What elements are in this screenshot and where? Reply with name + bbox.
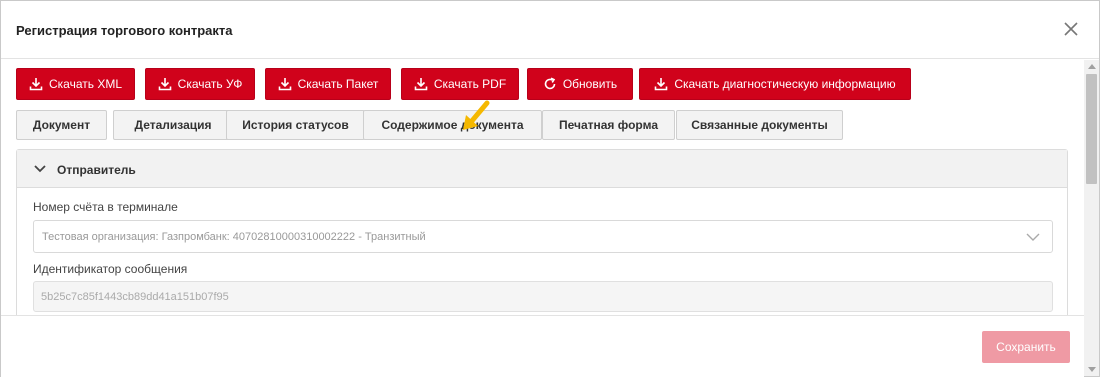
download-icon: [414, 78, 428, 91]
tab-related-documents[interactable]: Связанные документы: [676, 110, 843, 140]
download-package-label: Скачать Пакет: [297, 77, 379, 91]
download-icon: [655, 78, 668, 91]
tab-print-form[interactable]: Печатная форма: [542, 110, 675, 140]
scrollbar-thumb[interactable]: [1086, 74, 1097, 184]
download-icon: [29, 78, 43, 91]
download-diagnostics-button[interactable]: Скачать диагностическую информацию: [639, 68, 911, 100]
refresh-label: Обновить: [562, 77, 618, 91]
tab-details[interactable]: Детализация: [113, 110, 233, 140]
save-button[interactable]: Сохранить: [982, 331, 1070, 363]
dialog-footer: Сохранить: [1, 315, 1084, 377]
download-diagnostics-label: Скачать диагностическую информацию: [674, 77, 896, 91]
dialog-body: Скачать XML Скачать УФ Скачать Пакет Ска…: [1, 60, 1084, 315]
refresh-button[interactable]: Обновить: [527, 68, 633, 100]
scroll-down-icon[interactable]: [1088, 367, 1096, 372]
close-icon[interactable]: [1062, 20, 1080, 38]
vertical-scrollbar[interactable]: [1084, 60, 1099, 376]
chevron-down-icon: [1026, 233, 1040, 241]
chevron-down-icon: [34, 165, 46, 173]
download-pdf-label: Скачать PDF: [433, 77, 507, 91]
account-field-label: Номер счёта в терминале: [33, 200, 178, 214]
download-package-button[interactable]: Скачать Пакет: [265, 68, 391, 100]
download-xml-button[interactable]: Скачать XML: [16, 68, 135, 100]
download-uf-button[interactable]: Скачать УФ: [145, 68, 255, 100]
download-icon: [158, 78, 171, 91]
download-pdf-button[interactable]: Скачать PDF: [401, 68, 519, 100]
sender-section-header[interactable]: Отправитель: [17, 150, 1067, 188]
arrow-pointer-icon: [463, 100, 490, 130]
scroll-up-icon[interactable]: [1088, 64, 1096, 69]
section-title: Отправитель: [57, 163, 136, 177]
account-select-value: Тестовая организация: Газпромбанк: 40702…: [42, 231, 426, 243]
registration-dialog: Регистрация торгового контракта Скачать …: [0, 0, 1100, 377]
tab-document[interactable]: Документ: [16, 110, 107, 140]
tab-status-history[interactable]: История статусов: [226, 110, 365, 140]
message-id-label: Идентификатор сообщения: [33, 262, 188, 276]
dialog-title: Регистрация торгового контракта: [16, 23, 233, 38]
message-id-field[interactable]: [33, 281, 1053, 312]
download-xml-label: Скачать XML: [48, 77, 122, 91]
tab-document-content[interactable]: Содержимое документа: [363, 110, 542, 140]
download-icon: [278, 78, 291, 91]
account-select[interactable]: Тестовая организация: Газпромбанк: 40702…: [33, 220, 1053, 253]
download-uf-label: Скачать УФ: [177, 77, 243, 91]
dialog-header: Регистрация торгового контракта: [1, 1, 1099, 59]
sender-section: Отправитель Номер счёта в терминале Тест…: [16, 149, 1068, 315]
refresh-icon: [544, 77, 556, 90]
